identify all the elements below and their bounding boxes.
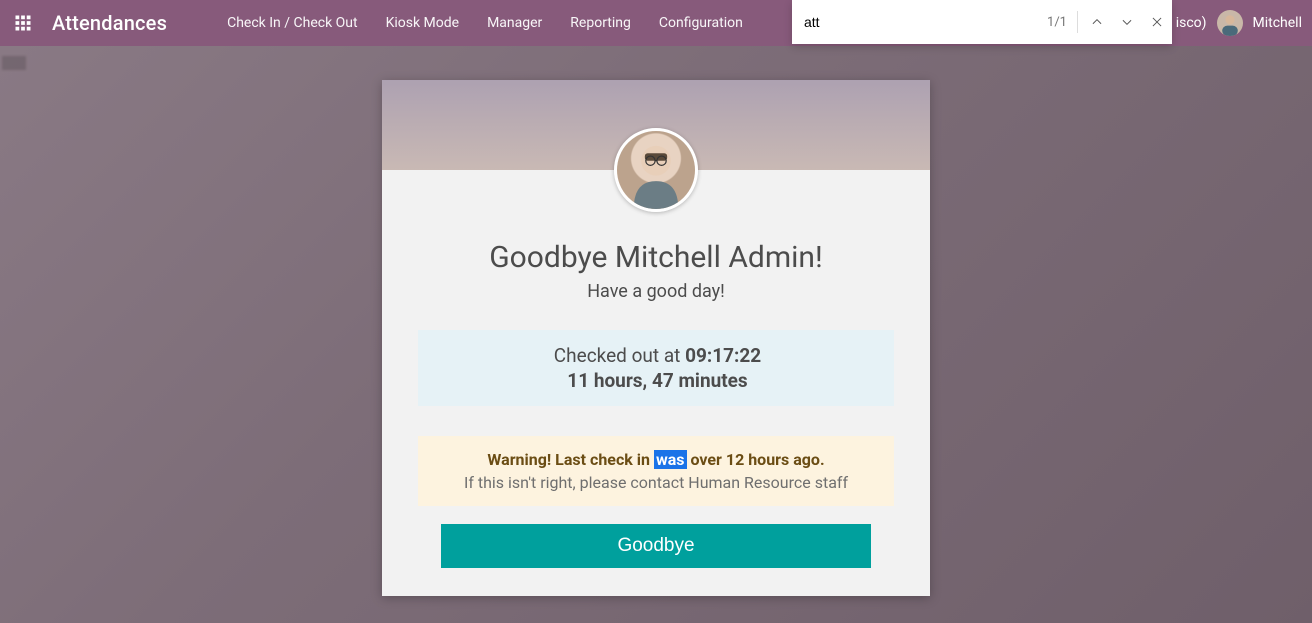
greeting-subtitle: Have a good day! — [418, 281, 894, 302]
search-highlight: was — [654, 450, 687, 469]
greeting-title: Goodbye Mitchell Admin! — [418, 240, 894, 275]
user-avatar-icon[interactable] — [1217, 10, 1243, 36]
find-count: 1/1 — [1047, 15, 1073, 30]
shadow-artifact — [2, 56, 26, 70]
find-prev-button[interactable] — [1082, 0, 1112, 44]
user-name[interactable]: Mitchell — [1253, 15, 1302, 31]
employee-avatar — [614, 128, 698, 212]
checkout-prefix: Checked out at — [554, 344, 685, 367]
warning-prefix: Warning! Last check in — [487, 450, 654, 469]
nav-link-configuration[interactable]: Configuration — [645, 0, 757, 46]
apps-icon[interactable] — [0, 14, 46, 32]
nav-links: Check In / Check Out Kiosk Mode Manager … — [213, 0, 757, 46]
nav-link-manager[interactable]: Manager — [473, 0, 556, 46]
nav-link-checkin[interactable]: Check In / Check Out — [213, 0, 371, 46]
warning-box: Warning! Last check in was over 12 hours… — [418, 436, 894, 506]
warning-headline: Warning! Last check in was over 12 hours… — [428, 450, 884, 469]
warning-help-text: If this isn't right, please contact Huma… — [428, 473, 884, 492]
app-brand[interactable]: Attendances — [52, 11, 167, 35]
goodbye-button[interactable]: Goodbye — [441, 524, 871, 568]
find-input[interactable] — [792, 0, 1047, 44]
nav-link-reporting[interactable]: Reporting — [556, 0, 645, 46]
divider — [1077, 11, 1078, 33]
find-in-page-bar: 1/1 — [792, 0, 1172, 44]
checkout-time-line: Checked out at 09:17:22 — [431, 344, 884, 367]
checkout-info-box: Checked out at 09:17:22 11 hours, 47 min… — [418, 330, 894, 406]
checkout-duration: 11 hours, 47 minutes — [431, 369, 884, 392]
checkout-duration-value: 11 hours, 47 minutes — [567, 369, 747, 392]
close-icon — [1150, 15, 1164, 29]
nav-right: isco) Mitchell — [1176, 10, 1312, 36]
checkout-card: Goodbye Mitchell Admin! Have a good day!… — [382, 80, 930, 596]
find-next-button[interactable] — [1112, 0, 1142, 44]
find-close-button[interactable] — [1142, 0, 1172, 44]
warning-suffix: over 12 hours ago. — [687, 450, 825, 469]
company-label-peek: isco) — [1176, 15, 1207, 31]
card-body: Goodbye Mitchell Admin! Have a good day!… — [382, 170, 930, 596]
chevron-up-icon — [1090, 15, 1104, 29]
checkout-time: 09:17:22 — [685, 344, 761, 367]
chevron-down-icon — [1120, 15, 1134, 29]
nav-link-kiosk[interactable]: Kiosk Mode — [372, 0, 474, 46]
